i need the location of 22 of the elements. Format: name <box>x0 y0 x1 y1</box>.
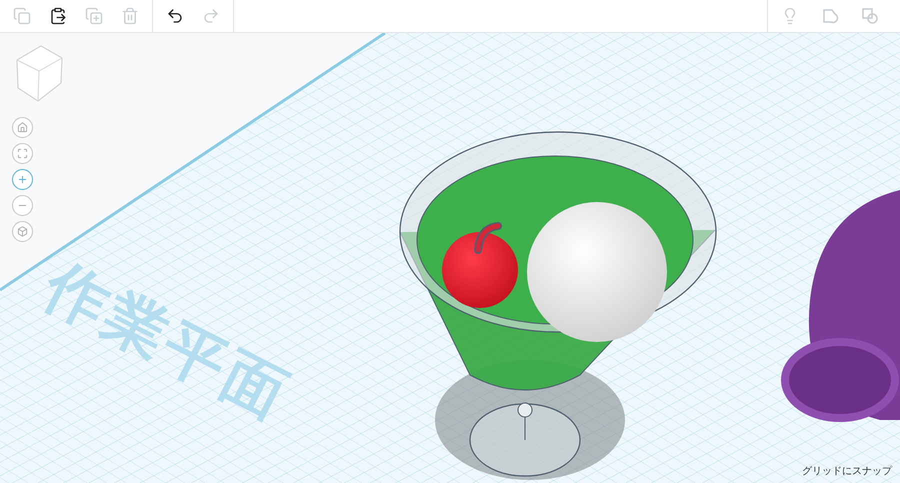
fit-view-icon <box>17 148 28 159</box>
delete-icon <box>121 7 139 25</box>
perspective-button[interactable] <box>12 221 33 242</box>
fit-view-button[interactable] <box>12 143 33 164</box>
cherry-drawing[interactable] <box>442 222 518 308</box>
perspective-icon <box>17 226 28 237</box>
zoom-in-button[interactable] <box>12 169 33 190</box>
group-icon <box>821 7 839 25</box>
workplane-label: 作業平面 <box>33 248 302 434</box>
snap-to-grid-label[interactable]: グリッドにスナップ <box>802 464 892 479</box>
sphere[interactable] <box>527 202 667 342</box>
tube-drawing[interactable] <box>781 190 900 422</box>
duplicate-icon <box>85 7 103 25</box>
redo-icon <box>202 7 220 25</box>
ungroup-icon <box>861 7 879 25</box>
home-view-icon <box>17 122 28 133</box>
zoom-out-button[interactable] <box>12 195 33 216</box>
zoom-in-icon <box>17 174 28 185</box>
paste-icon <box>49 7 67 25</box>
undo-icon <box>166 7 184 25</box>
copy-icon <box>13 7 31 25</box>
home-view-button[interactable] <box>12 117 33 138</box>
